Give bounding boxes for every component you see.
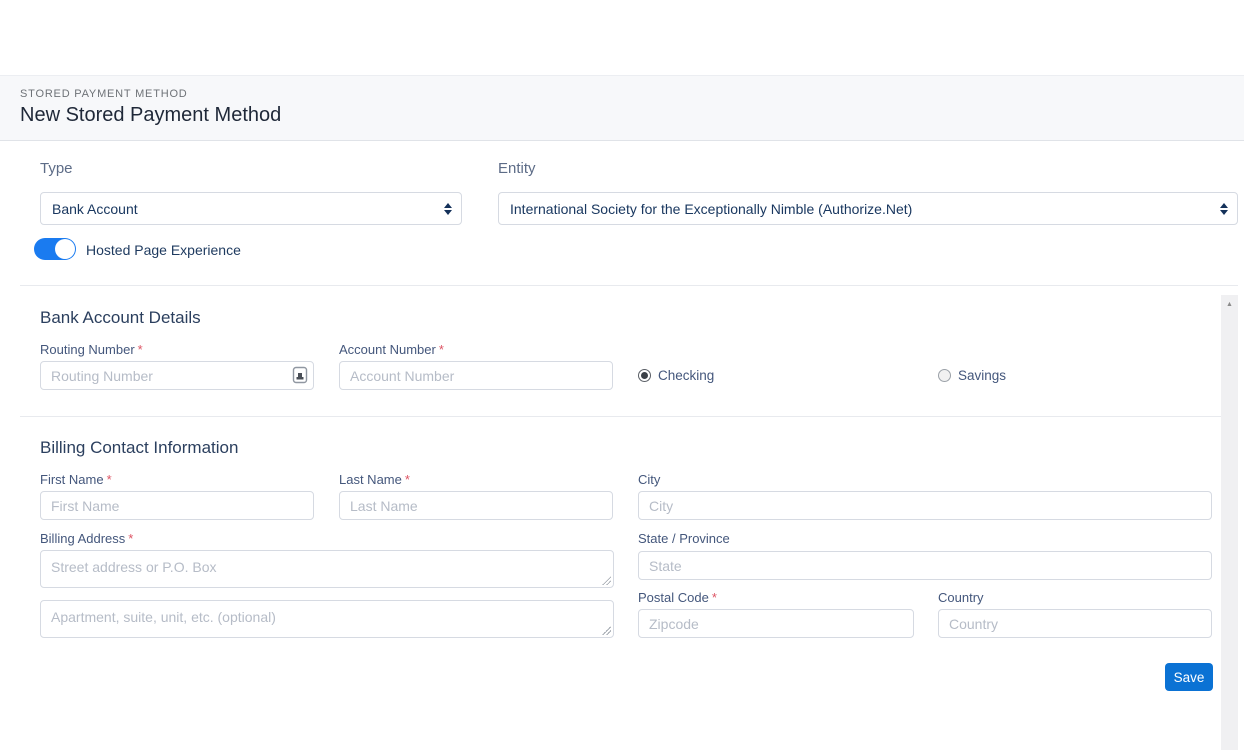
- city-input[interactable]: [638, 491, 1212, 520]
- save-button[interactable]: Save: [1165, 663, 1213, 691]
- country-input[interactable]: [938, 609, 1212, 638]
- page-title: New Stored Payment Method: [20, 104, 1244, 127]
- country-label: Country: [938, 590, 984, 605]
- required-marker: *: [712, 590, 717, 605]
- hosted-page-toggle-label: Hosted Page Experience: [86, 242, 241, 258]
- required-marker: *: [138, 342, 143, 357]
- entity-select[interactable]: International Society for the Exceptiona…: [498, 192, 1238, 225]
- account-number-input[interactable]: [339, 361, 613, 390]
- radio-icon: [638, 369, 651, 382]
- stepper-icon: [1220, 203, 1228, 215]
- hosted-page-toggle[interactable]: [34, 238, 76, 260]
- type-label: Type: [40, 160, 73, 177]
- account-number-label: Account Number*: [339, 342, 444, 357]
- required-marker: *: [107, 472, 112, 487]
- last-name-input[interactable]: [339, 491, 613, 520]
- first-name-label: First Name*: [40, 472, 112, 487]
- radio-icon: [938, 369, 951, 382]
- routing-number-input[interactable]: [40, 361, 314, 390]
- radio-savings[interactable]: Savings: [938, 368, 1006, 383]
- billing-address-label: Billing Address*: [40, 531, 133, 546]
- postal-code-input[interactable]: [638, 609, 914, 638]
- city-label: City: [638, 472, 660, 487]
- state-input[interactable]: [638, 551, 1212, 580]
- entity-label: Entity: [498, 160, 536, 177]
- toggle-knob-icon: [55, 239, 75, 259]
- radio-checking[interactable]: Checking: [638, 368, 714, 383]
- type-select[interactable]: Bank Account: [40, 192, 462, 225]
- scroll-up-icon[interactable]: ▲: [1221, 301, 1238, 309]
- stepper-icon: [444, 203, 452, 215]
- bank-details-heading: Bank Account Details: [40, 308, 201, 328]
- billing-info-heading: Billing Contact Information: [40, 438, 238, 458]
- section-divider: [20, 285, 1238, 286]
- entity-select-value: International Society for the Exceptiona…: [510, 201, 912, 217]
- type-select-value: Bank Account: [52, 201, 138, 217]
- street-address-textarea[interactable]: [40, 550, 614, 588]
- object-type-eyebrow: STORED PAYMENT METHOD: [20, 88, 1244, 100]
- last-name-label: Last Name*: [339, 472, 410, 487]
- autofill-icon[interactable]: [292, 366, 308, 384]
- routing-number-label: Routing Number*: [40, 342, 143, 357]
- new-stored-payment-method-page: STORED PAYMENT METHOD New Stored Payment…: [0, 0, 1244, 750]
- state-label: State / Province: [638, 531, 730, 546]
- radio-checking-label: Checking: [658, 368, 714, 383]
- radio-savings-label: Savings: [958, 368, 1006, 383]
- address-line2-textarea[interactable]: [40, 600, 614, 638]
- vertical-scrollbar[interactable]: ▲: [1221, 295, 1238, 750]
- first-name-input[interactable]: [40, 491, 314, 520]
- required-marker: *: [405, 472, 410, 487]
- section-divider: [20, 416, 1238, 417]
- postal-code-label: Postal Code*: [638, 590, 717, 605]
- page-header: STORED PAYMENT METHOD New Stored Payment…: [0, 75, 1244, 141]
- required-marker: *: [128, 531, 133, 546]
- required-marker: *: [439, 342, 444, 357]
